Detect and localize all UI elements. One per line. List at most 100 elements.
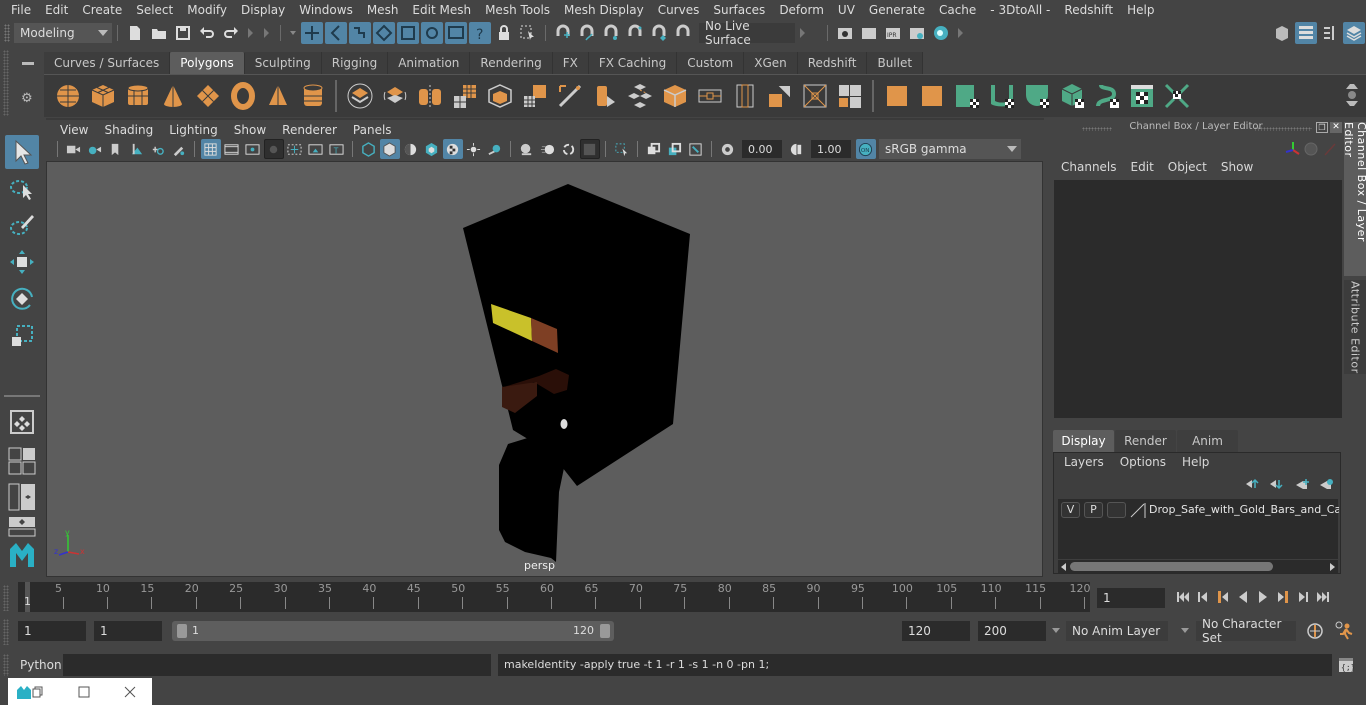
shelf-tab-rigging[interactable]: Rigging (321, 52, 389, 74)
menu-modify[interactable]: Modify (180, 3, 234, 17)
grip-handle[interactable] (3, 50, 9, 116)
move-tool[interactable] (5, 245, 39, 279)
play-forwards-button[interactable] (1253, 588, 1273, 606)
xray-button[interactable] (644, 139, 664, 159)
shelf-button-uv-unfold[interactable] (1092, 81, 1122, 111)
redo-button[interactable] (220, 22, 242, 44)
grip-handle[interactable] (4, 23, 10, 42)
channel-box-area[interactable] (1054, 180, 1342, 418)
render-view-button[interactable] (834, 22, 856, 44)
snap-to-view-plane-button[interactable] (648, 22, 670, 44)
menu-edit[interactable]: Edit (38, 3, 75, 17)
snap-to-curve-button[interactable] (576, 22, 598, 44)
scroll-right-icon[interactable] (1330, 563, 1335, 571)
select-by-object-button[interactable] (325, 21, 347, 44)
shelf-tab-redshift[interactable]: Redshift (797, 52, 868, 74)
shelf-button-poly-pyramid[interactable] (263, 81, 293, 111)
menu-select[interactable]: Select (129, 3, 180, 17)
shelf-settings-gear-icon[interactable]: ⚙ (21, 91, 33, 106)
shelf-menu-icon[interactable] (1348, 91, 1356, 99)
shelf-button-bevel[interactable] (485, 81, 515, 111)
shadows-button[interactable] (485, 139, 505, 159)
select-tool[interactable] (5, 135, 39, 169)
animation-preferences-icon[interactable] (1334, 620, 1356, 640)
move-layer-down-icon[interactable] (1270, 480, 1283, 490)
close-icon[interactable] (124, 686, 136, 698)
maximize-icon[interactable] (78, 686, 90, 698)
channel-box-toggle[interactable] (1343, 21, 1365, 44)
time-slider[interactable]: 1 5 10 15 20 25 30 35 40 45 50 55 60 65 70 75 80 85 90 95 1… (18, 582, 1091, 612)
range-end-field[interactable]: 200 (978, 621, 1046, 641)
shelf-tab-curves-surfaces[interactable]: Curves / Surfaces (44, 52, 171, 74)
shelf-button-poly-cube[interactable] (88, 81, 118, 111)
layer-menu-layers[interactable]: Layers (1056, 455, 1112, 469)
layer-menu-options[interactable]: Options (1112, 455, 1174, 469)
playback-end-field[interactable]: 120 (902, 621, 970, 641)
multisample-anti-aliasing-button[interactable] (559, 139, 579, 159)
range-start-field[interactable]: 1 (18, 621, 86, 641)
scroll-down-icon[interactable] (1346, 101, 1358, 106)
rotate-tool[interactable] (5, 282, 39, 316)
select-joints-button[interactable] (397, 21, 419, 44)
shelf-tab-polygons[interactable]: Polygons (170, 52, 245, 74)
smooth-shade-all-button[interactable] (379, 139, 400, 159)
color-management-toggle-button[interactable]: ON (855, 139, 876, 159)
scene-canvas[interactable] (47, 162, 1043, 577)
select-by-hierarchy-button[interactable] (301, 21, 323, 44)
shelf-button-extrude[interactable] (520, 81, 550, 111)
channel-box-menu-show[interactable]: Show (1214, 160, 1260, 174)
tool-settings-toggle[interactable] (1319, 22, 1341, 44)
character-set-field[interactable]: No Character Set (1196, 617, 1296, 645)
collapse-arrow[interactable] (799, 25, 807, 41)
step-forward-key-button[interactable] (1273, 588, 1293, 606)
selection-mask-dropdown[interactable] (287, 22, 299, 44)
shelf-button-uv-planar[interactable] (952, 81, 982, 111)
shelf-button-combine[interactable] (345, 81, 375, 111)
render-settings-button[interactable] (906, 22, 928, 44)
shelf-button-poly-pipe[interactable] (298, 81, 328, 111)
new-layer-icon[interactable] (1296, 479, 1309, 489)
shelf-button-offset-edge-loop[interactable] (882, 81, 912, 111)
shelf-button-uv-spherical[interactable] (1022, 81, 1052, 111)
select-misc-button[interactable]: ? (469, 21, 491, 44)
range-end-handle[interactable] (600, 624, 610, 638)
menu-create[interactable]: Create (75, 3, 129, 17)
use-all-lights-button[interactable] (464, 139, 484, 159)
grid-button[interactable] (200, 139, 221, 159)
collapse-arrow[interactable] (247, 25, 255, 41)
scrollbar-thumb[interactable] (1070, 562, 1273, 571)
menu-cache[interactable]: Cache (932, 3, 983, 17)
live-surface-field[interactable]: No Live Surface (699, 19, 795, 47)
channel-box-menu-channels[interactable]: Channels (1054, 160, 1124, 174)
current-frame-field[interactable]: 1 (1097, 588, 1165, 608)
paint-select-tool[interactable] (5, 208, 39, 242)
layer-tab-display[interactable]: Display (1053, 430, 1114, 452)
close-panel-button[interactable]: ✕ (1330, 122, 1342, 133)
command-input[interactable] (63, 654, 491, 676)
float-panel-button[interactable]: ❐ (1316, 122, 1328, 133)
safe-action-button[interactable] (306, 139, 326, 159)
menu-uv[interactable]: UV (831, 3, 862, 17)
shelf-tabs-menu-icon[interactable] (22, 62, 34, 65)
ipr-render-button[interactable]: IPR (882, 22, 904, 44)
channel-box-menu-object[interactable]: Object (1161, 160, 1214, 174)
viewport-menu-show[interactable]: Show (226, 123, 274, 137)
select-camera-button[interactable] (64, 139, 84, 159)
step-back-button[interactable] (1193, 588, 1213, 606)
layer-color-swatch[interactable] (1130, 502, 1146, 518)
side-tab-attribute-editor[interactable]: Attribute Editor (1344, 280, 1366, 374)
grip-handle[interactable] (3, 619, 9, 645)
lock-selection-button[interactable] (493, 22, 515, 44)
select-handles-button[interactable] (373, 21, 395, 44)
shelf-button-poly-torus[interactable] (228, 81, 258, 111)
single-perspective-layout-button[interactable] (5, 405, 39, 439)
shelf-tab-sculpting[interactable]: Sculpting (244, 52, 322, 74)
shelf-button-poly-sphere[interactable] (53, 81, 83, 111)
shelf-button-multi-cut[interactable] (590, 81, 620, 111)
shelf-button-poly-plane[interactable] (193, 81, 223, 111)
textured-button[interactable] (442, 139, 463, 159)
save-scene-button[interactable] (172, 22, 194, 44)
viewport-menu-lighting[interactable]: Lighting (161, 123, 226, 137)
gate-mask-button[interactable] (263, 139, 284, 159)
side-tab-channel-box[interactable]: Channel Box / Layer Editor (1342, 122, 1366, 276)
